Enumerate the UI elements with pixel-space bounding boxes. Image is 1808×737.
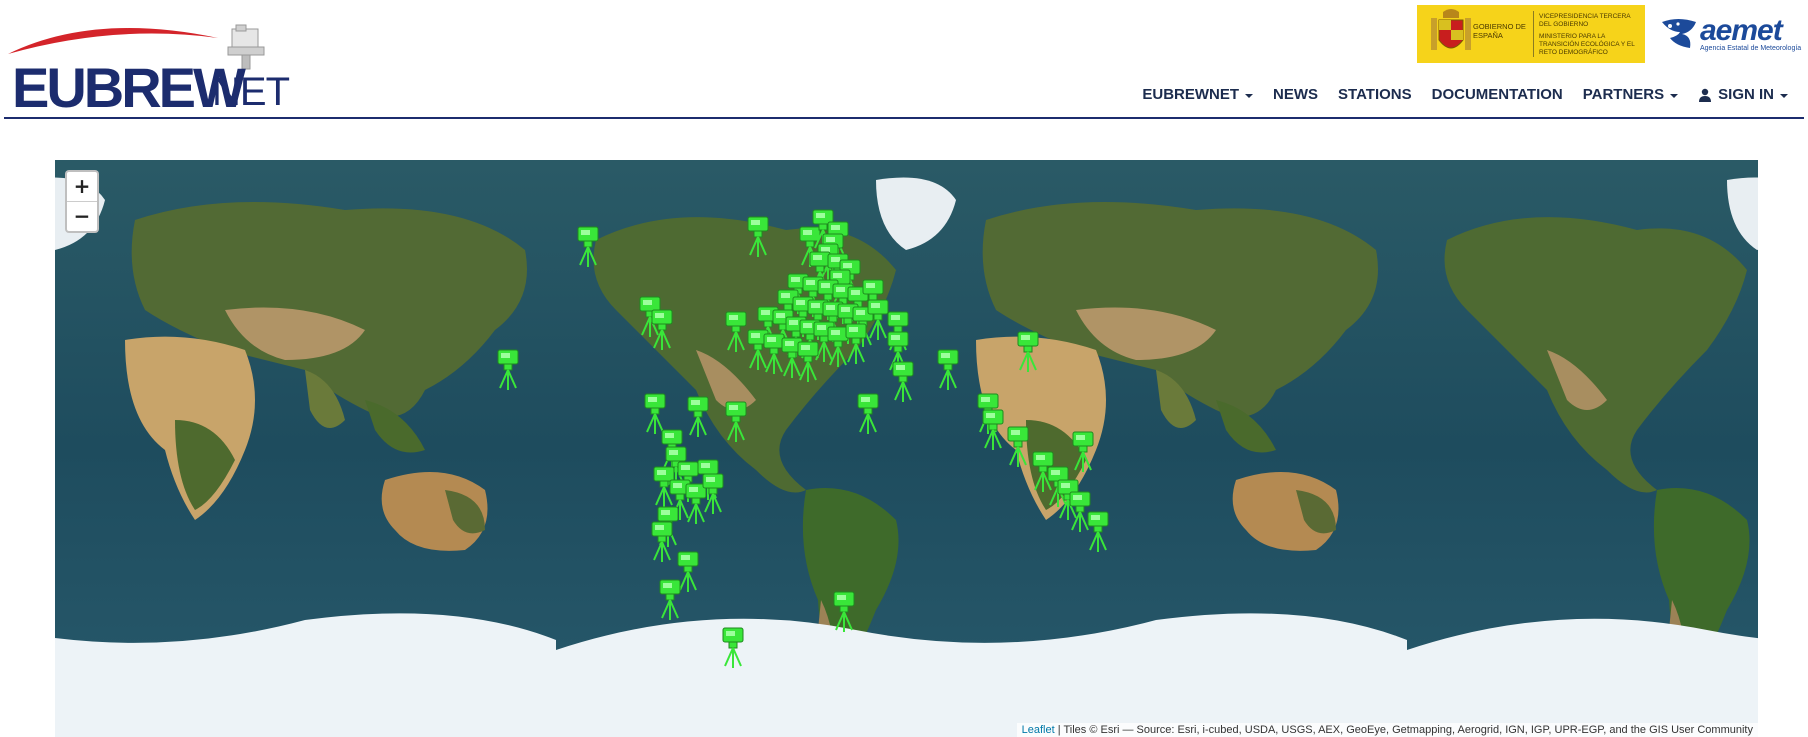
zoom-out-button[interactable]: − [67,201,97,231]
aemet-subtitle: Agencia Estatal de Meteorología [1700,45,1802,52]
brewer-station-icon [892,361,914,402]
logo-swoosh-icon [8,28,218,54]
nav-news-label: NEWS [1273,86,1319,103]
nav-news[interactable]: NEWS [1263,86,1328,103]
nav-documentation[interactable]: DOCUMENTATION [1422,86,1573,103]
nav-partners[interactable]: PARTNERS [1573,86,1688,103]
chevron-down-icon [1245,93,1254,98]
aemet-logo[interactable]: aemet Agencia Estatal de Meteorología [1660,14,1802,56]
brewer-station-icon [577,226,599,267]
station-marker[interactable] [700,472,726,516]
gov-label-ministry: Ministerio para la transición ecológica … [1539,33,1635,56]
brewer-station-icon [659,579,681,620]
aemet-wordmark: aemet [1700,14,1783,47]
station-marker[interactable] [1070,430,1096,474]
station-marker[interactable] [890,360,916,404]
brewer-station-icon [1072,431,1094,472]
logo-sub-text: NET [212,70,290,114]
brewer-station-icon [982,409,1004,450]
station-marker[interactable] [495,348,521,392]
zoom-control: + − [65,170,99,233]
station-marker[interactable] [935,348,961,392]
station-markers-layer [55,160,1758,737]
logo-main-text: EUBREW [12,56,246,119]
station-marker[interactable] [720,626,746,670]
station-marker[interactable] [855,392,881,436]
nav-eubrewnet[interactable]: EUBREWNET [1132,86,1263,103]
brewer-station-icon [937,349,959,390]
station-marker[interactable] [980,408,1006,452]
station-marker[interactable] [649,520,675,564]
brewer-station-icon [797,341,819,382]
brewer-station-icon [1017,331,1039,372]
spanish-government-logo[interactable]: Gobierno de España Vicepresidencia terce… [1417,5,1645,63]
main-navigation: EUBREWNET NEWS STATIONS DOCUMENTATION PA… [1132,86,1798,103]
gov-label-secondary: Vicepresidencia tercera del gobierno Min… [1539,13,1643,57]
chevron-down-icon [1780,93,1788,98]
nav-stations[interactable]: STATIONS [1328,86,1422,103]
aemet-emblem-icon [1662,19,1696,48]
site-header: EUBREW NET Gobierno de España Vicepresid… [0,0,1808,120]
leaflet-link[interactable]: Leaflet [1022,724,1055,736]
brewer-station-icon [1087,511,1109,552]
nav-eubrewnet-label: EUBREWNET [1142,86,1240,103]
eubrewnet-logo[interactable]: EUBREW NET [4,18,304,119]
brewer-station-icon [747,216,769,257]
brewer-station-icon [725,401,747,442]
station-marker[interactable] [723,400,749,444]
station-marker[interactable] [745,215,771,259]
brewer-station-icon [651,521,673,562]
brewer-station-icon [497,349,519,390]
zoom-in-button[interactable]: + [67,172,97,201]
nav-sign-in[interactable]: SIGN IN [1688,86,1798,103]
station-marker[interactable] [795,340,821,384]
station-marker[interactable] [575,225,601,269]
nav-stations-label: STATIONS [1338,86,1412,103]
attribution-text: | Tiles © Esri — Source: Esri, i-cubed, … [1054,724,1753,736]
station-marker[interactable] [649,308,675,352]
gov-label-primary: Gobierno de España [1473,22,1526,40]
chevron-down-icon [1670,93,1679,98]
brewer-station-icon [1007,426,1029,467]
nav-partners-label: PARTNERS [1582,86,1665,103]
station-marker[interactable] [685,395,711,439]
nav-documentation-label: DOCUMENTATION [1431,86,1563,103]
gov-divider [1533,11,1534,57]
brewer-station-icon [833,591,855,632]
spain-coat-of-arms-icon [1431,9,1471,50]
brewer-station-icon [702,473,724,514]
station-marker[interactable] [1005,425,1031,469]
station-marker[interactable] [831,590,857,634]
brewer-station-icon [722,627,744,668]
stations-map[interactable]: + − Leaflet | Tiles © Esri — Source: Esr… [55,160,1758,737]
user-icon [1699,88,1712,102]
header-divider [4,117,1804,119]
brewer-station-icon [857,393,879,434]
station-marker[interactable] [1085,510,1111,554]
station-marker[interactable] [657,578,683,622]
nav-sign-in-label: SIGN IN [1718,86,1774,103]
brewer-station-icon [651,309,673,350]
map-attribution: Leaflet | Tiles © Esri — Source: Esri, i… [1016,723,1758,737]
gov-label-vicepresidency: Vicepresidencia tercera del gobierno [1539,13,1631,28]
brewer-station-icon [845,323,867,364]
station-marker[interactable] [843,322,869,366]
station-marker[interactable] [1015,330,1041,374]
brewer-station-icon [687,396,709,437]
